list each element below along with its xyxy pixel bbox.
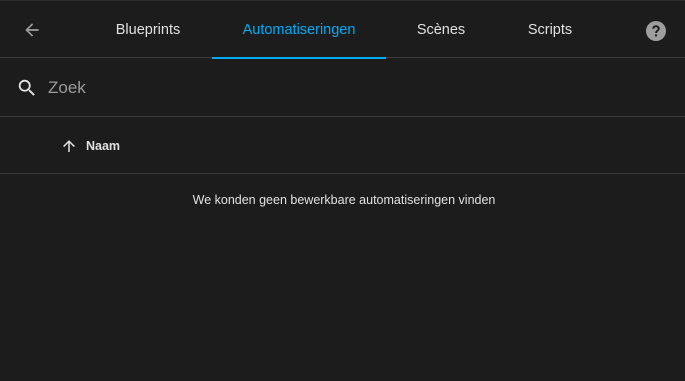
column-header-label: Naam	[86, 139, 121, 153]
tab-blueprints[interactable]: Blueprints	[100, 1, 196, 58]
tab-scenes[interactable]: Scènes	[400, 1, 482, 58]
tab-automatiseringen[interactable]: Automatiseringen	[212, 1, 386, 59]
tab-toolbar: Blueprints Automatiseringen Scènes Scrip…	[0, 1, 685, 59]
arrow-left-icon	[25, 23, 39, 37]
search-icon	[18, 79, 35, 96]
search-bar	[0, 58, 685, 117]
search-input[interactable]	[48, 72, 648, 104]
automations-panel: Blueprints Automatiseringen Scènes Scrip…	[0, 0, 685, 381]
tab-scripts-label: Scripts	[527, 21, 573, 38]
tab-blueprints-label: Blueprints	[115, 21, 181, 38]
empty-state-message: We konden geen bewerkbare automatisering…	[192, 193, 496, 207]
tab-automatiseringen-label: Automatiseringen	[242, 21, 356, 38]
column-header-name[interactable]: Naam	[60, 135, 120, 157]
tab-scripts[interactable]: Scripts	[510, 1, 590, 58]
tab-scenes-label: Scènes	[416, 21, 466, 38]
arrow-up-icon	[63, 140, 75, 152]
table-header: Naam	[0, 117, 685, 174]
back-button[interactable]	[12, 10, 52, 50]
help-circle-icon	[646, 21, 666, 41]
help-button[interactable]	[636, 11, 676, 51]
